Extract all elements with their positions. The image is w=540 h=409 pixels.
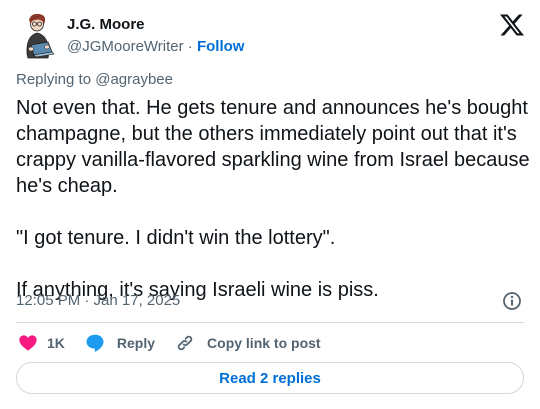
copy-link-label: Copy link to post: [207, 335, 321, 351]
tweet-text: Not even that. He gets tenure and announ…: [16, 97, 530, 301]
tweet-header: J.G. Moore @JGMooreWriter · Follow: [16, 12, 524, 62]
reply-label: Reply: [116, 335, 156, 351]
like-count: 1K: [47, 335, 65, 351]
tweet-meta: 12:05 PM · Jan 17, 2025: [16, 291, 524, 311]
link-icon: [175, 333, 195, 353]
read-replies-button[interactable]: Read 2 replies: [16, 362, 524, 394]
info-icon[interactable]: [502, 291, 522, 311]
author-handle[interactable]: @JGMooreWriter: [67, 38, 184, 55]
author-block: J.G. Moore @JGMooreWriter · Follow: [67, 16, 244, 57]
read-replies-label: Read 2 replies: [219, 369, 321, 387]
timestamp[interactable]: 12:05 PM · Jan 17, 2025: [16, 292, 180, 309]
author-name[interactable]: J.G. Moore: [67, 16, 244, 34]
replying-to[interactable]: Replying to @agraybee: [16, 71, 173, 89]
copy-link-button[interactable]: Copy link to post: [175, 333, 321, 353]
like-button[interactable]: 1K: [16, 333, 65, 353]
speech-bubble-icon: [85, 333, 105, 353]
handle-separator: ·: [183, 38, 197, 55]
avatar-illustration: [18, 12, 58, 60]
follow-button[interactable]: Follow: [197, 38, 245, 55]
divider: [16, 322, 524, 323]
x-logo-icon[interactable]: [500, 14, 524, 36]
heart-icon: [18, 333, 38, 353]
avatar[interactable]: [18, 12, 58, 60]
reply-button[interactable]: Reply: [85, 333, 155, 353]
action-bar: 1K Reply Copy link to post: [16, 331, 524, 355]
author-handle-line: @JGMooreWriter · Follow: [67, 37, 244, 57]
